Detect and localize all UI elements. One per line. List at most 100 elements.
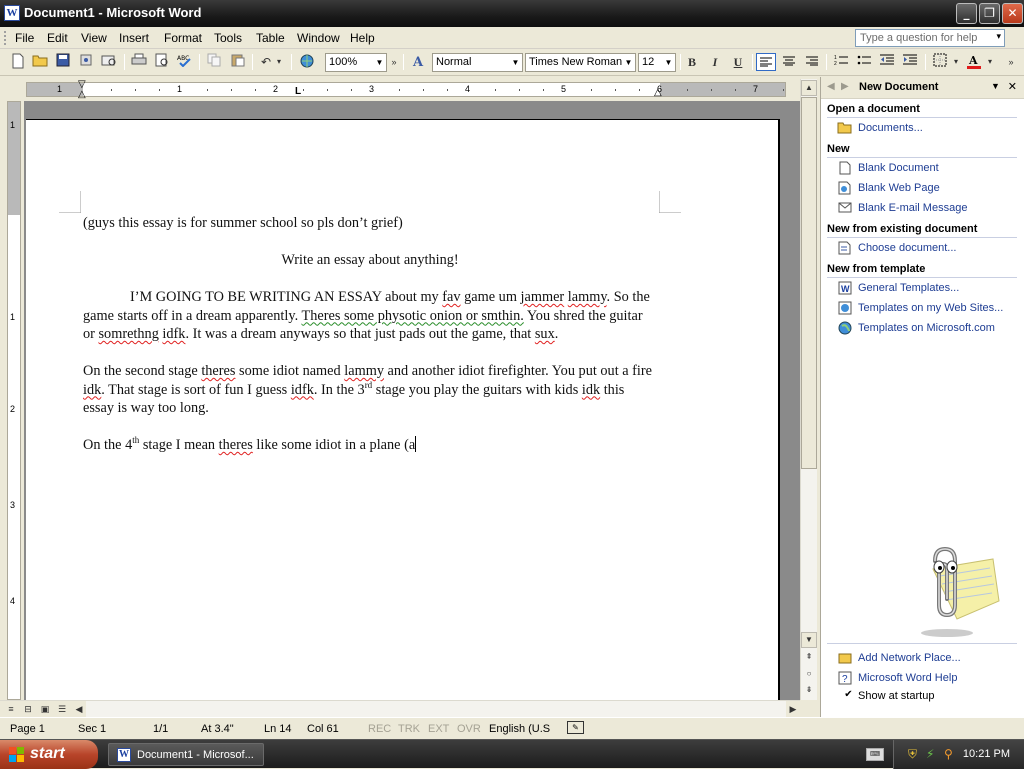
general-templates-link[interactable]: General Templates... [858,282,959,294]
decrease-indent-icon[interactable] [877,53,897,71]
scroll-up-button[interactable]: ▲ [801,80,817,96]
select-browse-object-button[interactable]: ○ [801,667,817,683]
word-help-link[interactable]: Microsoft Word Help [858,672,957,684]
horizontal-scrollbar[interactable]: ≡ ⊟ ▣ ☰ ◀ ▶ [0,700,800,717]
pane-dropdown-icon[interactable]: ▼ [991,81,1000,91]
status-overtype[interactable]: OVR [457,723,481,735]
preview-icon[interactable] [152,53,172,71]
forward-arrow-icon[interactable]: ▶ [841,81,849,92]
spelling-icon[interactable]: ABC [175,53,195,71]
security-shield-icon[interactable]: ⛨ [908,747,917,762]
status-extend[interactable]: EXT [428,723,449,735]
close-button[interactable]: ✕ [1002,3,1023,24]
ask-question-input[interactable]: Type a question for help ▾ [855,29,1005,47]
vertical-ruler[interactable]: 1 1 2 3 4 [7,101,21,700]
scroll-left-button[interactable]: ◀ [72,702,86,716]
new-document-icon[interactable] [8,53,28,71]
search-icon[interactable]: ⚲ [944,747,953,761]
zoom-combo[interactable]: 100% ▼ [325,53,387,72]
print-icon[interactable] [129,53,149,71]
open-folder-icon[interactable] [30,53,50,71]
borders-icon[interactable] [930,53,950,71]
dropdown-arrow-icon[interactable]: ▾ [996,31,1001,42]
tab-stop-marker[interactable]: L [295,86,301,97]
paste-icon[interactable] [228,53,248,71]
status-record-macro[interactable]: REC [368,723,391,735]
menu-grip[interactable] [4,31,7,45]
misspelled-word[interactable]: theres [201,363,235,379]
word-app-icon[interactable]: W [4,5,20,21]
horizontal-ruler[interactable]: 1 2 3 4 5 6 7 1 ▽ △ L △ [26,79,832,100]
print-preview-icon[interactable] [99,53,119,71]
show-startup-checkbox[interactable]: ✔ [843,690,854,701]
misspelled-word[interactable]: fav [442,289,460,305]
insert-hyperlink-icon[interactable] [297,53,317,71]
increase-indent-icon[interactable] [900,53,920,71]
office-assistant-clippy[interactable] [895,541,1005,641]
document-text[interactable]: (guys this essay is for summer school so… [83,214,657,455]
blank-web-page-link[interactable]: Blank Web Page [858,182,940,194]
font-size-combo[interactable]: 12 ▼ [638,53,676,72]
misspelled-word[interactable]: theres [219,437,253,453]
network-icon[interactable]: ⚡ [926,747,934,761]
copy-icon[interactable] [204,53,224,71]
blank-document-link[interactable]: Blank Document [858,162,939,174]
spelling-status-icon[interactable]: ✎ [567,721,584,734]
underline-button[interactable]: U [728,53,748,71]
align-center-button[interactable] [779,53,799,71]
keyboard-icon[interactable]: ⌨ [866,748,884,761]
misspelled-word[interactable]: idfk [162,326,185,342]
bullets-icon[interactable] [854,53,874,71]
misspelled-word[interactable]: idk [582,382,600,398]
misspelled-word[interactable]: sux [535,326,555,342]
italic-button[interactable]: I [705,53,725,71]
misspelled-word[interactable]: somrethng [98,326,158,342]
borders-dropdown-icon[interactable]: ▾ [951,53,961,71]
menu-tools[interactable]: Tools [214,31,242,45]
font-size-dropdown-icon[interactable]: ▼ [663,55,674,70]
styles-formatting-icon[interactable]: A [410,53,430,71]
status-language[interactable]: English (U.S [489,723,550,735]
style-dropdown-icon[interactable]: ▼ [510,55,521,70]
undo-dropdown-icon[interactable]: ▾ [274,53,284,71]
status-track-changes[interactable]: TRK [398,723,420,735]
minimize-button[interactable]: _ [956,3,977,24]
blank-email-link[interactable]: Blank E-mail Message [858,202,967,214]
documents-link[interactable]: Documents... [858,122,923,134]
web-layout-view-icon[interactable]: ⊟ [21,702,35,716]
misspelled-word[interactable]: jammer [521,289,565,305]
normal-view-icon[interactable]: ≡ [4,702,18,716]
numbering-icon[interactable]: 12 [831,53,851,71]
menu-format[interactable]: Format [164,31,202,45]
align-left-button[interactable] [756,53,776,71]
close-pane-icon[interactable]: ✕ [1008,80,1017,93]
previous-page-button[interactable]: ⇞ [801,650,817,666]
back-arrow-icon[interactable]: ◀ [827,81,835,92]
font-combo[interactable]: Times New Roman ▼ [525,53,636,72]
microsoft-templates-link[interactable]: Templates on Microsoft.com [858,322,995,334]
print-layout-view-icon[interactable]: ▣ [38,702,52,716]
permission-icon[interactable] [76,53,96,71]
style-combo[interactable]: Normal ▼ [432,53,523,72]
right-indent-marker[interactable]: △ [654,87,662,98]
scroll-down-button[interactable]: ▼ [801,632,817,648]
hanging-indent-marker[interactable]: △ [78,89,86,100]
font-color-dropdown-icon[interactable]: ▾ [985,53,995,71]
menu-table[interactable]: Table [256,31,285,45]
menu-window[interactable]: Window [297,31,340,45]
toolbar-options-icon[interactable]: » [388,53,400,71]
taskbar-word-item[interactable]: W Document1 - Microsof... [108,743,264,766]
misspelled-word[interactable]: idk [83,382,101,398]
horizontal-scroll-track[interactable] [86,701,786,717]
misspelled-word[interactable]: idfk [291,382,314,398]
scroll-right-button[interactable]: ▶ [786,702,800,716]
vertical-scroll-thumb[interactable] [801,97,817,469]
toolbar-overflow-icon[interactable]: » [1005,53,1017,71]
misspelled-word[interactable]: lammy [344,363,384,379]
bold-button[interactable]: B [682,53,702,71]
zoom-dropdown-icon[interactable]: ▼ [374,55,385,70]
misspelled-word[interactable]: lammy [568,289,607,305]
choose-document-link[interactable]: Choose document... [858,242,956,254]
menu-file[interactable]: File [15,31,34,45]
font-dropdown-icon[interactable]: ▼ [623,55,634,70]
